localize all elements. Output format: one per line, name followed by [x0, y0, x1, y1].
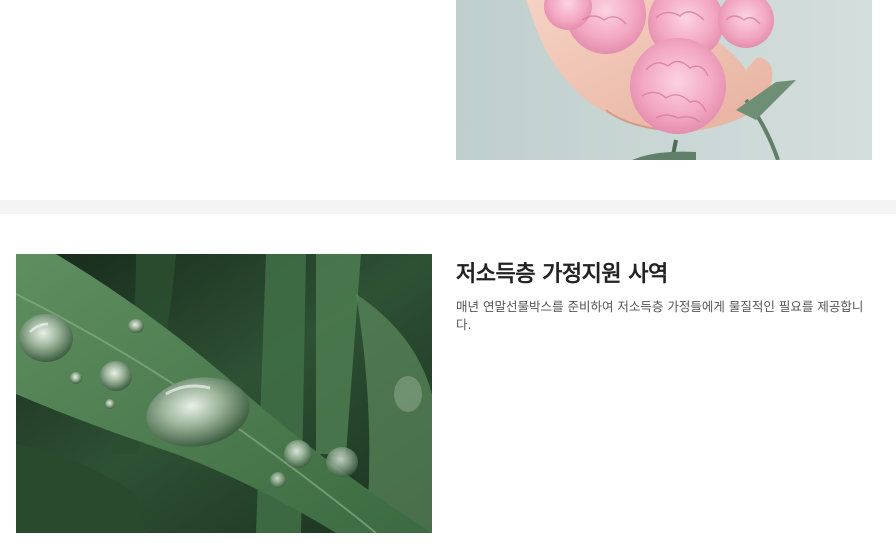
section-title: 저소득층 가정지원 사역 — [456, 262, 668, 287]
carnation-image — [456, 0, 872, 160]
page: 저소득층 가정지원 사역 매년 연말선물박스를 준비하여 저소득층 가정들에게 … — [0, 0, 896, 543]
section-description: 매년 연말선물박스를 준비하여 저소득층 가정들에게 물질적인 필요를 제공합니… — [456, 299, 864, 332]
low-income-support-section: 저소득층 가정지원 사역 매년 연말선물박스를 준비하여 저소득층 가정들에게 … — [0, 214, 896, 543]
leaves-image — [16, 254, 432, 533]
section-divider — [0, 200, 896, 214]
carnation-photo — [456, 0, 872, 160]
leaves-waterdrop-photo — [16, 254, 432, 533]
carnation-section — [0, 0, 896, 200]
